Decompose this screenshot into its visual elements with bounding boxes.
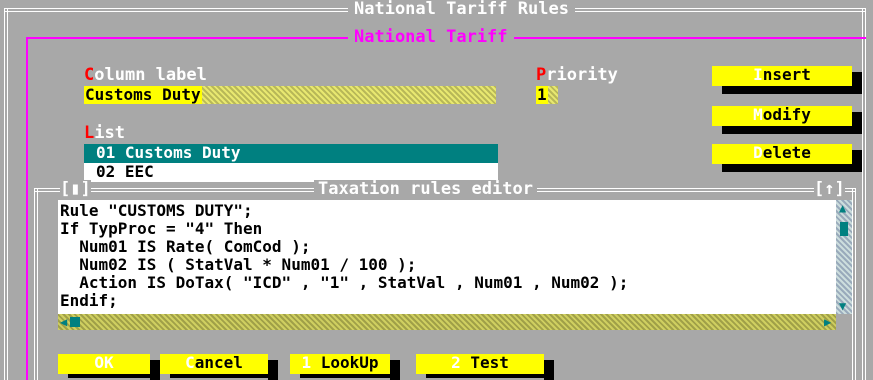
window-title: National Tariff Rules: [348, 0, 575, 18]
code-line: Action IS DoTax( "ICD" , "1" , StatVal ,…: [60, 273, 629, 292]
vertical-scrollbar[interactable]: ▲ ▼: [836, 200, 852, 314]
button-shadow: [544, 360, 554, 380]
window-frame-left: [4, 8, 8, 380]
column-label-input[interactable]: Customs Duty: [84, 86, 496, 104]
editor-frame-left: [34, 188, 38, 380]
hotkey-letter: P: [536, 65, 547, 85]
window-frame-right: [862, 8, 866, 380]
button-shadow: [268, 360, 278, 380]
label-text: riority: [546, 65, 618, 85]
horizontal-scrollbar[interactable]: ◀ ▶: [58, 314, 836, 330]
editor-close-marker[interactable]: [▮]: [60, 180, 91, 198]
hotkey-letter: M: [753, 105, 763, 124]
code-line: Endif;: [60, 291, 118, 310]
priority-input[interactable]: 1: [536, 86, 558, 104]
button-label: LookUp: [311, 353, 379, 372]
ok-button[interactable]: OK: [58, 354, 150, 374]
priority-value: 1: [536, 85, 548, 104]
rules-editor-textarea[interactable]: Rule "CUSTOMS DUTY"; If TypProc = "4" Th…: [58, 200, 836, 314]
code-line: Num01 IS Rate( ComCod );: [60, 237, 311, 256]
button-shadow: [852, 112, 862, 134]
priority-caption: Priority: [536, 66, 618, 84]
button-shadow: [852, 72, 862, 94]
button-shadow: [390, 360, 400, 380]
column-label-value: Customs Duty: [84, 85, 202, 104]
scroll-down-icon[interactable]: ▼: [839, 298, 846, 314]
scroll-thumb[interactable]: [840, 222, 848, 236]
button-label: odify: [762, 105, 811, 124]
scroll-thumb[interactable]: [70, 317, 80, 327]
button-shadow: [852, 150, 862, 172]
column-label-caption: Column label: [84, 66, 207, 84]
hotkey-letter: L: [84, 123, 95, 143]
label-text: ist: [94, 123, 125, 143]
insert-button[interactable]: Insert: [712, 66, 852, 86]
national-tariff-rules-window: National Tariff Rules National Tariff Co…: [0, 0, 873, 380]
editor-frame-right: [852, 188, 856, 380]
hotkey-letter: C: [84, 65, 95, 85]
delete-button[interactable]: Delete: [712, 144, 852, 164]
hotkey-letter: I: [753, 65, 763, 84]
code-line: Num02 IS ( StatVal * Num01 / 100 );: [60, 255, 417, 274]
button-label: ancel: [194, 353, 243, 372]
hotkey-letter: 2: [451, 353, 461, 372]
modify-button[interactable]: Modify: [712, 106, 852, 126]
button-shadow: [722, 164, 860, 172]
button-label: Test: [460, 353, 509, 372]
group-frame-left: [26, 37, 28, 380]
code-line: Rule "CUSTOMS DUTY";: [60, 201, 253, 220]
button-shadow: [722, 86, 860, 94]
list-caption: List: [84, 124, 125, 142]
editor-zoom-marker[interactable]: [↑]: [814, 180, 845, 198]
button-shadow: [722, 126, 860, 134]
group-title: National Tariff: [348, 28, 514, 46]
list-item[interactable]: 01 Customs Duty: [84, 144, 498, 163]
lookup-button[interactable]: 1 LookUp: [290, 354, 390, 374]
scroll-left-icon[interactable]: ◀: [60, 314, 67, 330]
editor-title: Taxation rules editor: [314, 180, 537, 198]
tariff-list[interactable]: 01 Customs Duty 02 EEC: [84, 144, 498, 182]
hotkey-letter: D: [753, 143, 763, 162]
cancel-button[interactable]: Cancel: [160, 354, 268, 374]
scroll-up-icon[interactable]: ▲: [839, 200, 846, 216]
scroll-right-icon[interactable]: ▶: [824, 314, 831, 330]
test-button[interactable]: 2 Test: [416, 354, 544, 374]
code-line: If TypProc = "4" Then: [60, 219, 263, 238]
hotkey-letter: 1: [301, 353, 312, 372]
button-label: OK: [94, 353, 114, 372]
hotkey-letter: C: [185, 353, 195, 372]
button-shadow: [150, 360, 160, 380]
label-text: olumn label: [94, 65, 207, 85]
button-label: nsert: [762, 65, 811, 84]
button-label: elete: [762, 143, 811, 162]
